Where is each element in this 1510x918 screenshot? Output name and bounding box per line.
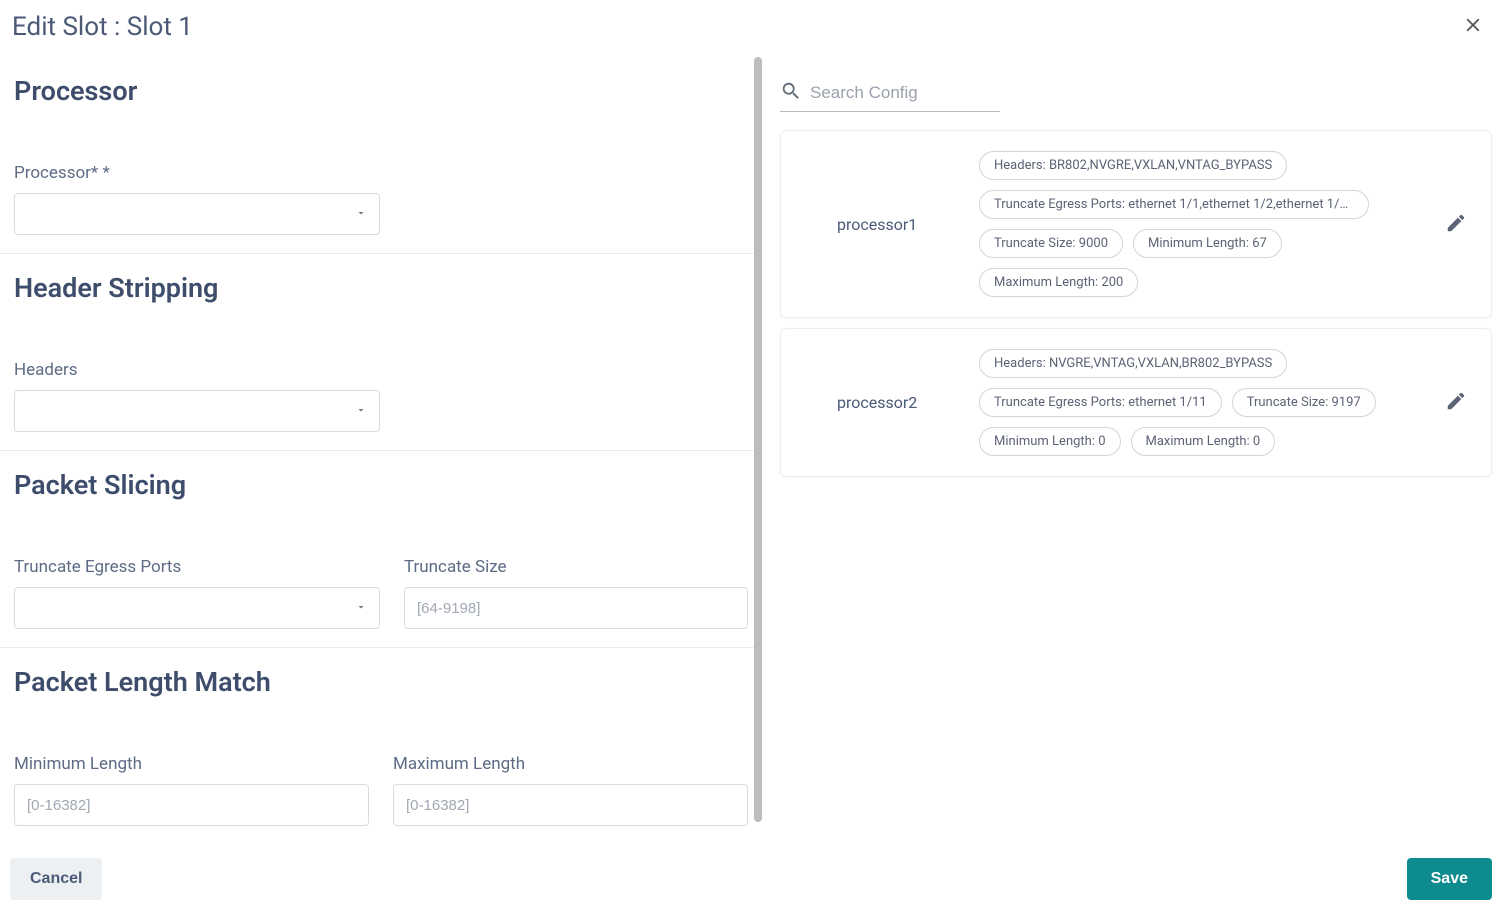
truncate-size-label: Truncate Size bbox=[404, 557, 748, 577]
chip: Truncate Egress Ports: ethernet 1/11 bbox=[979, 388, 1222, 417]
modal-title: Edit Slot : Slot 1 bbox=[12, 12, 193, 42]
chip: Truncate Egress Ports: ethernet 1/1,ethe… bbox=[979, 190, 1369, 219]
chevron-down-icon bbox=[355, 402, 367, 420]
chip: Truncate Size: 9000 bbox=[979, 229, 1123, 258]
config-list-panel: processor1 Headers: BR802,NVGRE,VXLAN,VN… bbox=[762, 57, 1510, 842]
section-title-processor: Processor bbox=[14, 75, 748, 107]
truncate-ports-label: Truncate Egress Ports bbox=[14, 557, 380, 577]
section-title-packet-slicing: Packet Slicing bbox=[14, 469, 748, 501]
truncate-ports-select[interactable] bbox=[14, 587, 380, 629]
search-wrap bbox=[780, 75, 1000, 112]
chip: Minimum Length: 0 bbox=[979, 427, 1121, 456]
config-card-chips: Headers: NVGRE,VNTAG,VXLAN,BR802_BYPASS … bbox=[979, 349, 1419, 456]
processor-select[interactable] bbox=[14, 193, 380, 235]
truncate-size-input[interactable] bbox=[404, 587, 748, 629]
chip: Maximum Length: 200 bbox=[979, 268, 1138, 297]
edit-button[interactable] bbox=[1439, 206, 1473, 243]
processor-field-label: Processor* * bbox=[14, 163, 748, 183]
search-input[interactable] bbox=[810, 75, 1031, 111]
section-packet-length-match: Packet Length Match bbox=[0, 648, 762, 754]
section-packet-slicing: Packet Slicing bbox=[0, 451, 762, 557]
chip: Maximum Length: 0 bbox=[1131, 427, 1276, 456]
section-processor: Processor bbox=[0, 57, 762, 163]
pencil-icon bbox=[1445, 400, 1467, 415]
save-button[interactable]: Save bbox=[1407, 858, 1492, 900]
search-icon bbox=[780, 80, 810, 106]
min-length-input[interactable] bbox=[14, 784, 369, 826]
modal-header: Edit Slot : Slot 1 bbox=[0, 0, 1510, 57]
max-length-label: Maximum Length bbox=[393, 754, 748, 774]
main-content: Processor Processor* * Header Stripping bbox=[0, 57, 1510, 842]
chevron-down-icon bbox=[355, 599, 367, 617]
config-card-chips: Headers: BR802,NVGRE,VXLAN,VNTAG_BYPASS … bbox=[979, 151, 1419, 297]
pencil-icon bbox=[1445, 222, 1467, 237]
section-title-packet-length-match: Packet Length Match bbox=[14, 666, 748, 698]
chip: Minimum Length: 67 bbox=[1133, 229, 1282, 258]
config-card-name: processor2 bbox=[799, 393, 959, 412]
headers-field-label: Headers bbox=[14, 360, 748, 380]
config-card-name: processor1 bbox=[799, 215, 959, 234]
chip: Truncate Size: 9197 bbox=[1232, 388, 1376, 417]
config-card: processor1 Headers: BR802,NVGRE,VXLAN,VN… bbox=[780, 130, 1492, 318]
section-header-stripping: Header Stripping bbox=[0, 254, 762, 360]
cancel-button[interactable]: Cancel bbox=[10, 858, 102, 900]
max-length-input[interactable] bbox=[393, 784, 748, 826]
modal-footer: Cancel Save bbox=[0, 840, 1510, 918]
min-length-label: Minimum Length bbox=[14, 754, 369, 774]
chip: Headers: NVGRE,VNTAG,VXLAN,BR802_BYPASS bbox=[979, 349, 1287, 378]
edit-button[interactable] bbox=[1439, 384, 1473, 421]
close-button[interactable] bbox=[1456, 8, 1490, 45]
chevron-down-icon bbox=[355, 205, 367, 223]
chip: Headers: BR802,NVGRE,VXLAN,VNTAG_BYPASS bbox=[979, 151, 1287, 180]
config-card: processor2 Headers: NVGRE,VNTAG,VXLAN,BR… bbox=[780, 328, 1492, 477]
headers-select[interactable] bbox=[14, 390, 380, 432]
scrollbar[interactable] bbox=[754, 57, 762, 822]
form-panel: Processor Processor* * Header Stripping bbox=[0, 57, 762, 842]
section-title-header-stripping: Header Stripping bbox=[14, 272, 748, 304]
close-icon bbox=[1462, 14, 1484, 39]
